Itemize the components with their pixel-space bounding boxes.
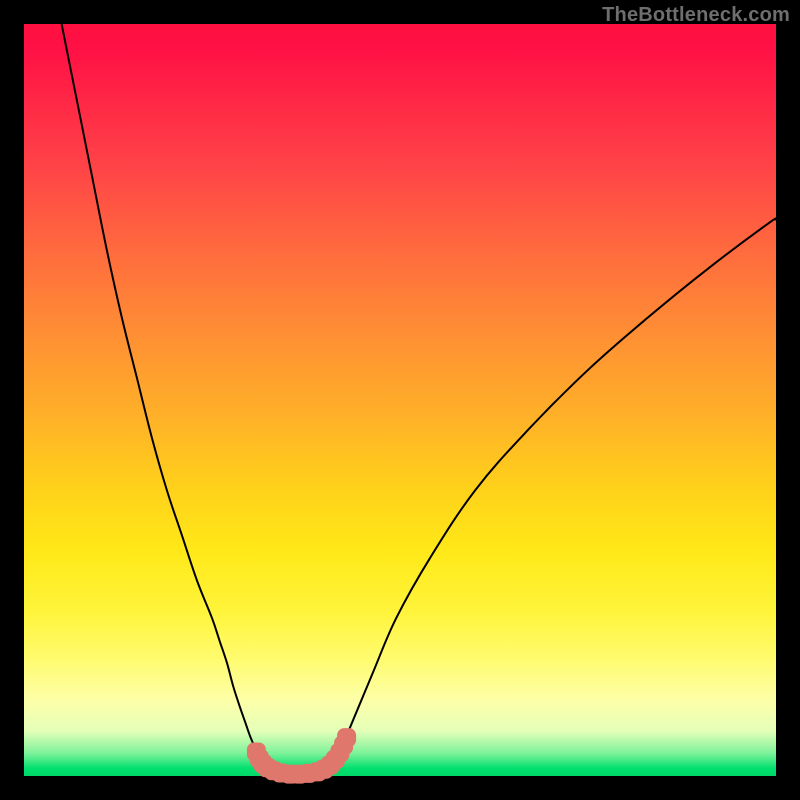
data-marker — [337, 728, 356, 747]
curve-left-branch — [62, 24, 272, 771]
marker-group — [247, 728, 356, 783]
curve-right-branch — [326, 218, 776, 771]
curve-overlay — [24, 24, 776, 776]
